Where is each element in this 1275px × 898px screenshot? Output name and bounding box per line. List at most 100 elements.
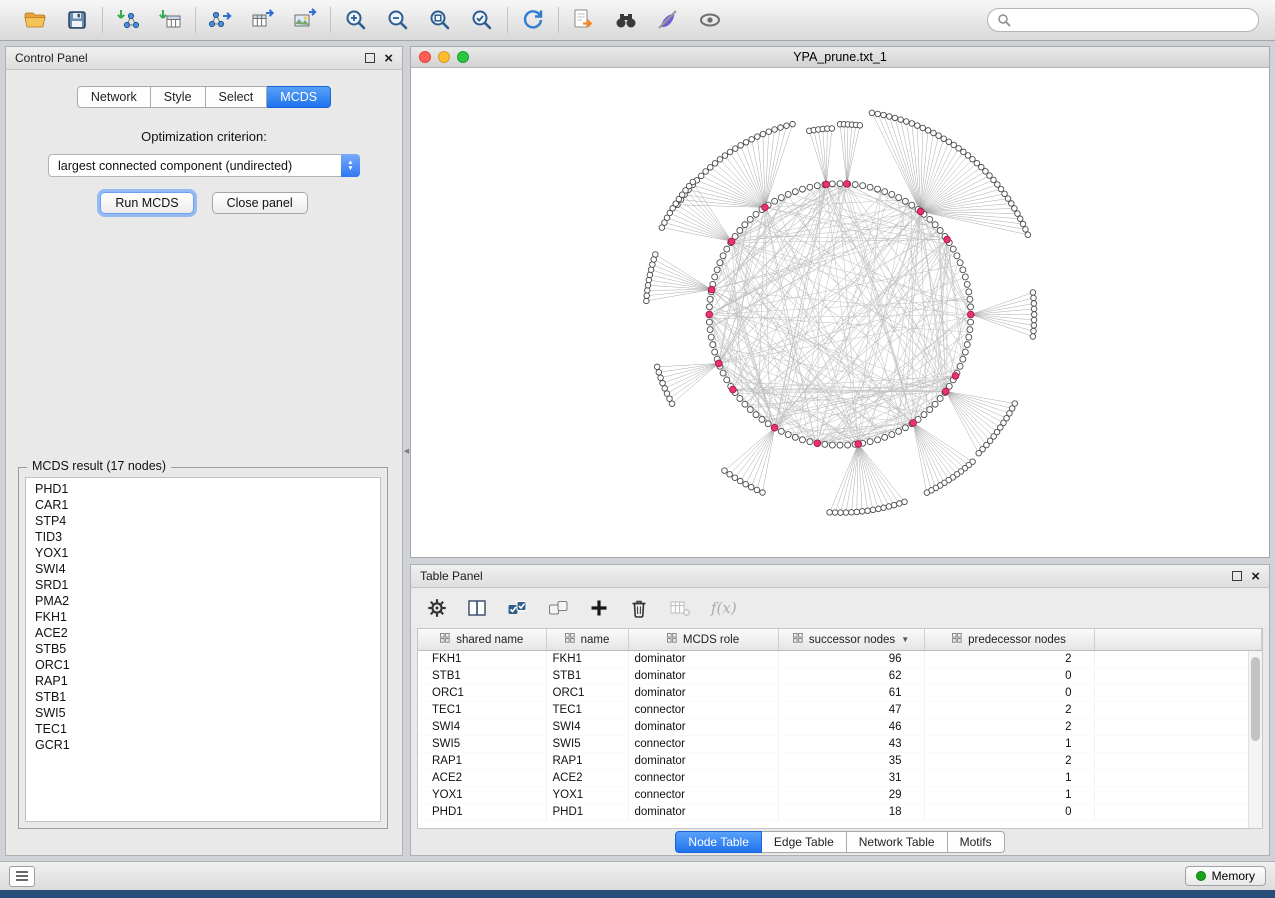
mcds-result-item[interactable]: SWI5 xyxy=(35,705,380,721)
zoom-selected-icon[interactable] xyxy=(467,5,497,35)
column-header-mcds-role[interactable]: MCDS role xyxy=(628,629,778,651)
column-header-name[interactable]: name xyxy=(546,629,628,651)
mcds-result-item[interactable]: PHD1 xyxy=(35,481,380,497)
function-builder-icon[interactable]: f(x) xyxy=(711,599,737,617)
mcds-result-title: MCDS result (17 nodes) xyxy=(27,459,171,473)
network-graph[interactable] xyxy=(411,68,1269,557)
open-file-icon[interactable] xyxy=(20,5,50,35)
minimize-window-icon[interactable] xyxy=(438,51,450,63)
mcds-result-item[interactable]: FKH1 xyxy=(35,609,380,625)
memory-button[interactable]: Memory xyxy=(1185,866,1266,886)
cytoscape-window: Control Panel × NetworkStyleSelectMCDS O… xyxy=(0,0,1275,890)
close-panel-button[interactable]: Close panel xyxy=(212,192,308,214)
mcds-result-item[interactable]: SWI4 xyxy=(35,561,380,577)
mcds-result-item[interactable]: STB1 xyxy=(35,689,380,705)
column-header-successor-nodes[interactable]: successor nodes▼ xyxy=(778,629,924,651)
table-settings-gear-icon[interactable] xyxy=(427,598,447,618)
zoom-in-icon[interactable] xyxy=(341,5,371,35)
control-panel-tabs: NetworkStyleSelectMCDS xyxy=(6,86,402,108)
column-type-icon xyxy=(565,633,575,646)
table-row[interactable]: YOX1YOX1connector291 xyxy=(418,787,1262,804)
mcds-result-item[interactable]: ACE2 xyxy=(35,625,380,641)
table-row[interactable]: SWI5SWI5connector431 xyxy=(418,736,1262,753)
optimization-select-value: largest connected component (undirected) xyxy=(58,159,292,173)
column-header-shared-name[interactable]: shared name xyxy=(418,629,546,651)
run-mcds-button[interactable]: Run MCDS xyxy=(100,192,193,214)
table-scrollbar[interactable] xyxy=(1248,651,1262,828)
column-type-icon xyxy=(667,633,677,646)
zoom-out-icon[interactable] xyxy=(383,5,413,35)
visual-style-icon[interactable] xyxy=(653,5,683,35)
table-row[interactable]: ORC1ORC1dominator610 xyxy=(418,685,1262,702)
mcds-result-item[interactable]: SRD1 xyxy=(35,577,380,593)
table-panel-titlebar: Table Panel × xyxy=(411,565,1269,588)
toolbar-search xyxy=(987,8,1259,32)
control-panel-titlebar: Control Panel × xyxy=(6,47,402,70)
find-binoculars-icon[interactable] xyxy=(611,5,641,35)
mcds-result-item[interactable]: PMA2 xyxy=(35,593,380,609)
mcds-result-item[interactable]: STP4 xyxy=(35,513,380,529)
refresh-icon[interactable] xyxy=(518,5,548,35)
column-type-icon xyxy=(793,633,803,646)
delete-column-icon[interactable] xyxy=(629,598,649,619)
save-icon[interactable] xyxy=(62,5,92,35)
table-row[interactable]: ACE2ACE2connector311 xyxy=(418,770,1262,787)
mcds-result-item[interactable]: STB5 xyxy=(35,641,380,657)
tab-edge-table[interactable]: Edge Table xyxy=(762,831,847,853)
delete-table-icon[interactable] xyxy=(669,598,691,618)
tab-motifs[interactable]: Motifs xyxy=(948,831,1005,853)
export-table-icon[interactable] xyxy=(248,5,278,35)
mcds-result-item[interactable]: ORC1 xyxy=(35,657,380,673)
zoom-fit-icon[interactable] xyxy=(425,5,455,35)
column-label: predecessor nodes xyxy=(968,634,1066,646)
optimization-select[interactable]: largest connected component (undirected)… xyxy=(48,154,360,177)
tab-network[interactable]: Network xyxy=(77,86,151,108)
table-row[interactable]: STB1STB1dominator620 xyxy=(418,668,1262,685)
mcds-result-item[interactable]: RAP1 xyxy=(35,673,380,689)
table-panel: Table Panel × xyxy=(410,564,1270,856)
mcds-result-item[interactable]: TID3 xyxy=(35,529,380,545)
column-header-predecessor-nodes[interactable]: predecessor nodes xyxy=(924,629,1094,651)
share-document-icon[interactable] xyxy=(569,5,599,35)
mcds-result-item[interactable]: TEC1 xyxy=(35,721,380,737)
tab-style[interactable]: Style xyxy=(151,86,206,108)
mcds-result-item[interactable]: GCR1 xyxy=(35,737,380,753)
scrollbar-thumb[interactable] xyxy=(1251,657,1260,741)
search-input[interactable] xyxy=(1017,12,1249,28)
float-table-panel-icon[interactable] xyxy=(1232,571,1242,581)
maximize-window-icon[interactable] xyxy=(457,51,469,63)
table-row[interactable]: TEC1TEC1connector472 xyxy=(418,702,1262,719)
deselect-all-icon[interactable] xyxy=(548,598,569,618)
tab-node-table[interactable]: Node Table xyxy=(675,831,762,853)
column-label: shared name xyxy=(456,634,523,646)
select-stepper-icon: ▲▼ xyxy=(341,154,360,177)
add-column-icon[interactable] xyxy=(589,598,609,618)
table-row[interactable]: FKH1FKH1dominator962 xyxy=(418,651,1262,668)
panel-splitter[interactable]: ◀ xyxy=(403,46,410,856)
hidden-panels-menu-icon[interactable] xyxy=(9,866,35,887)
collapse-arrow-icon[interactable]: ◀ xyxy=(404,447,409,455)
table-row[interactable]: RAP1RAP1dominator352 xyxy=(418,753,1262,770)
sort-caret-icon[interactable]: ▼ xyxy=(901,635,909,644)
show-hide-eye-icon[interactable] xyxy=(695,5,725,35)
split-columns-icon[interactable] xyxy=(467,598,487,618)
mcds-result-list[interactable]: PHD1CAR1STP4TID3YOX1SWI4SRD1PMA2FKH1ACE2… xyxy=(25,477,381,822)
table-row[interactable]: SWI4SWI4dominator462 xyxy=(418,719,1262,736)
tab-network-table[interactable]: Network Table xyxy=(847,831,948,853)
network-canvas[interactable] xyxy=(411,68,1269,557)
table-row[interactable]: PHD1PHD1dominator180 xyxy=(418,804,1262,821)
import-table-icon[interactable] xyxy=(155,5,185,35)
close-panel-icon[interactable]: × xyxy=(384,51,393,66)
close-window-icon[interactable] xyxy=(419,51,431,63)
import-group xyxy=(103,5,195,35)
tab-mcds[interactable]: MCDS xyxy=(267,86,331,108)
close-table-panel-icon[interactable]: × xyxy=(1251,569,1260,584)
float-panel-icon[interactable] xyxy=(365,53,375,63)
import-network-icon[interactable] xyxy=(113,5,143,35)
export-network-icon[interactable] xyxy=(206,5,236,35)
mcds-result-item[interactable]: YOX1 xyxy=(35,545,380,561)
select-all-icon[interactable] xyxy=(507,598,528,618)
tab-select[interactable]: Select xyxy=(206,86,268,108)
mcds-result-item[interactable]: CAR1 xyxy=(35,497,380,513)
export-image-icon[interactable] xyxy=(290,5,320,35)
